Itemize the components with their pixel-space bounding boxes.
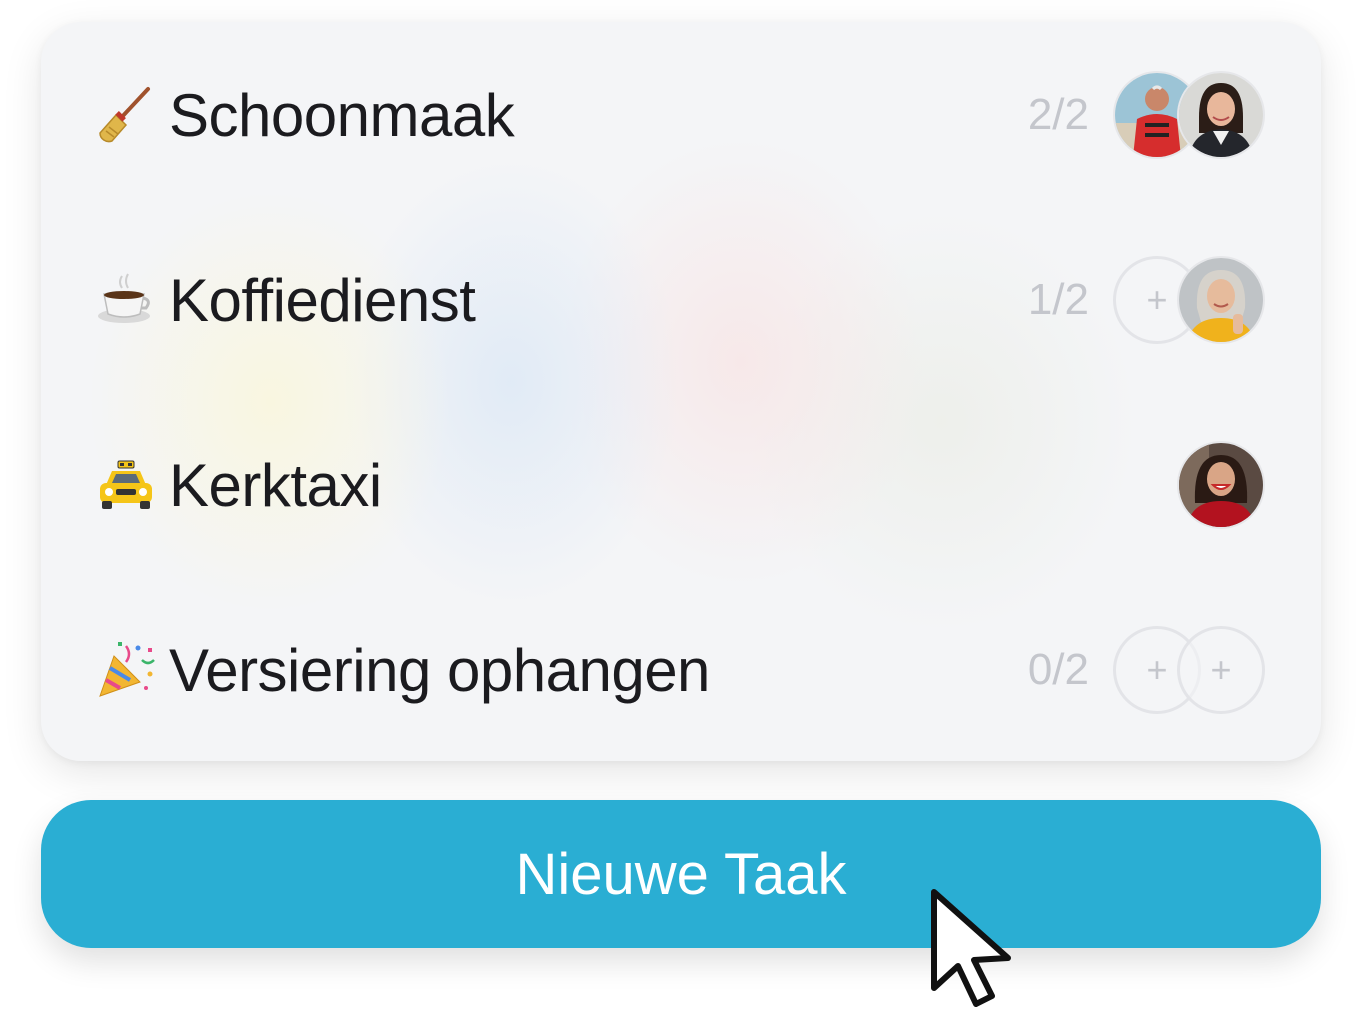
- avatar-woman-darkhair[interactable]: [1177, 71, 1265, 159]
- assignee-group: + +: [1113, 626, 1265, 714]
- task-list-card: Schoonmaak 2/2 Koffiedienst 1/2 + Kerkta…: [41, 22, 1321, 761]
- assignee-group: +: [1113, 256, 1265, 344]
- task-row-kerktaxi[interactable]: Kerktaxi: [41, 425, 1321, 545]
- avatar-woman-grayhair[interactable]: [1177, 256, 1265, 344]
- broom-icon: [96, 85, 156, 145]
- new-task-button[interactable]: Nieuwe Taak: [41, 800, 1321, 948]
- task-label: Versiering ophangen: [169, 636, 710, 704]
- task-label: Schoonmaak: [169, 81, 515, 149]
- avatar-woman-redtop[interactable]: [1177, 441, 1265, 529]
- task-row-koffiedienst[interactable]: Koffiedienst 1/2 +: [41, 240, 1321, 360]
- add-assignee-button[interactable]: +: [1177, 626, 1265, 714]
- coffee-icon: [96, 270, 156, 330]
- mouse-pointer-icon: [924, 886, 1024, 1009]
- taxi-icon: [96, 455, 156, 515]
- plus-icon: +: [1146, 279, 1168, 320]
- new-task-button-label: Nieuwe Taak: [515, 841, 847, 907]
- task-count: 0/2: [1027, 645, 1089, 694]
- task-row-schoonmaak[interactable]: Schoonmaak 2/2: [41, 55, 1321, 175]
- task-count: 1/2: [1027, 275, 1089, 324]
- task-row-versiering[interactable]: Versiering ophangen 0/2 + +: [41, 610, 1321, 730]
- task-count: 2/2: [1027, 90, 1089, 139]
- task-panel: Schoonmaak 2/2 Koffiedienst 1/2 + Kerkta…: [0, 0, 1362, 1009]
- assignee-group: [1113, 71, 1265, 159]
- plus-icon: +: [1210, 649, 1232, 690]
- plus-icon: +: [1146, 649, 1168, 690]
- assignee-group: [1113, 441, 1265, 529]
- party-popper-icon: [96, 640, 156, 700]
- task-label: Kerktaxi: [169, 451, 382, 519]
- task-label: Koffiedienst: [169, 266, 476, 334]
